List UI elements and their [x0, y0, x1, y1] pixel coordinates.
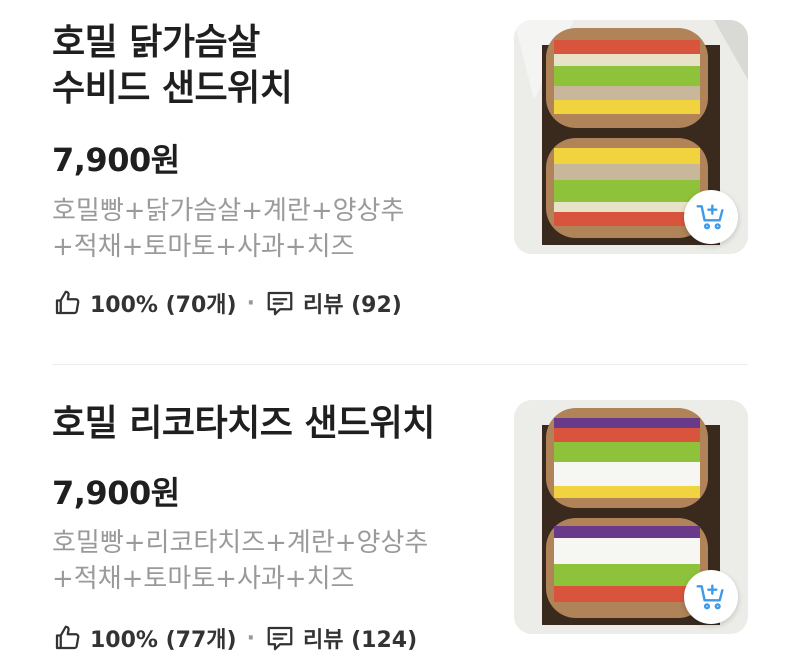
review-count[interactable]: 리뷰 (124) — [303, 622, 417, 654]
like-rate: 100% (77개) — [90, 628, 237, 653]
speech-bubble-icon — [265, 288, 295, 318]
separator-dot: · — [246, 290, 255, 316]
product-card-1[interactable]: 호밀 닭가슴살 수비드 샌드위치 7,900원 호밀빵+닭가슴살+계란+양상추 … — [0, 0, 800, 364]
product-title[interactable]: 호밀 리코타치즈 샌드위치 — [52, 401, 435, 447]
product-image[interactable] — [514, 400, 748, 634]
add-to-cart-button[interactable] — [684, 570, 738, 624]
product-ingredients: 호밀빵+닭가슴살+계란+양상추 +적채+토마토+사과+치즈 — [52, 196, 405, 262]
like-rate: 100% (70개) — [90, 293, 237, 318]
product-price: 7,900원 — [52, 141, 180, 179]
add-to-cart-button[interactable] — [684, 190, 738, 244]
product-meta: 100% (77개) · 리뷰 (124) — [52, 622, 417, 654]
review-count[interactable]: 리뷰 (92) — [303, 287, 402, 319]
product-image[interactable] — [514, 20, 748, 254]
add-to-cart-icon — [696, 204, 724, 230]
product-price: 7,900원 — [52, 474, 180, 512]
product-card-2[interactable]: 호밀 리코타치즈 샌드위치 7,900원 호밀빵+리코타치즈+계란+양상추 +적… — [0, 365, 800, 672]
speech-bubble-icon — [265, 623, 295, 653]
thumbs-up-icon — [52, 288, 82, 318]
product-meta: 100% (70개) · 리뷰 (92) — [52, 287, 402, 319]
add-to-cart-icon — [696, 584, 724, 610]
thumbs-up-icon — [52, 623, 82, 653]
product-title[interactable]: 호밀 닭가슴살 수비드 샌드위치 — [52, 20, 293, 112]
product-ingredients: 호밀빵+리코타치즈+계란+양상추 +적채+토마토+사과+치즈 — [52, 528, 429, 594]
separator-dot: · — [246, 625, 255, 651]
